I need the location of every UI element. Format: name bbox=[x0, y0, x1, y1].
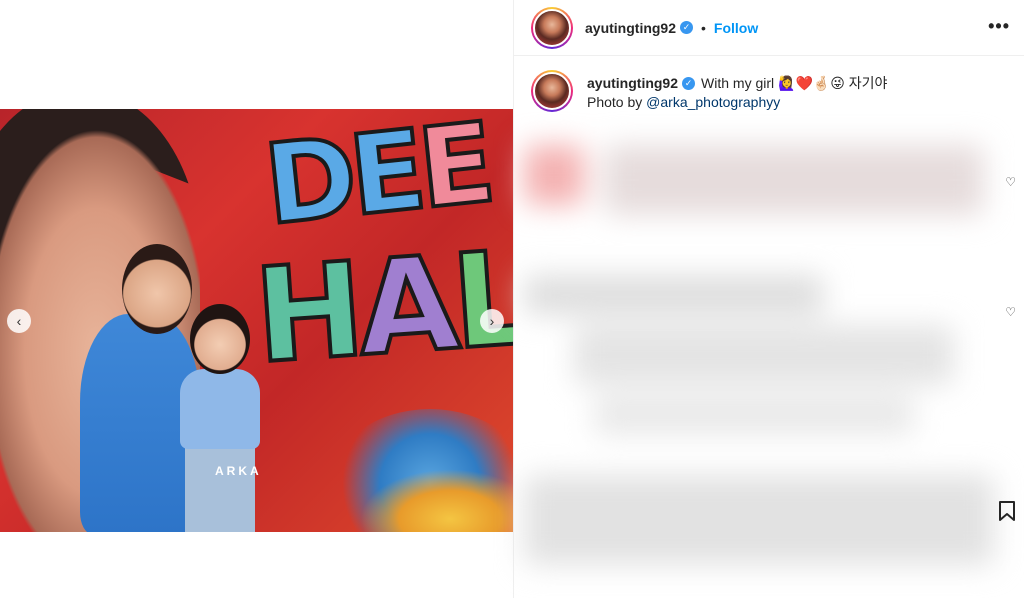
caption-username-link[interactable]: ayutingting92 bbox=[587, 74, 678, 93]
follow-button[interactable]: Follow bbox=[714, 20, 758, 36]
girl-jeans bbox=[185, 444, 255, 532]
post-caption: ayutingting92 ✓ With my girl 🙋‍♀️❤️🤞🏻😜 자… bbox=[531, 70, 887, 112]
blur-block bbox=[604, 145, 984, 215]
caption-credit: Photo by @arka_photographyy bbox=[587, 93, 887, 112]
comment-like-heart-icon[interactable]: ♡ bbox=[1005, 305, 1016, 319]
photographer-mention-link[interactable]: @arka_photographyy bbox=[646, 94, 780, 110]
carousel-next-button[interactable]: › bbox=[480, 309, 504, 333]
blur-block bbox=[574, 325, 954, 385]
username-link[interactable]: ayutingting92 bbox=[585, 20, 676, 36]
caption-text-block: ayutingting92 ✓ With my girl 🙋‍♀️❤️🤞🏻😜 자… bbox=[587, 74, 887, 112]
blurred-comments bbox=[514, 125, 1004, 585]
blur-block bbox=[524, 145, 584, 205]
verified-badge-icon: ✓ bbox=[680, 21, 694, 34]
graffiti-hals: HALS bbox=[248, 220, 513, 395]
avatar-image bbox=[533, 8, 571, 47]
comment-like-heart-icon[interactable]: ♡ bbox=[1005, 175, 1016, 189]
girl-figure bbox=[170, 304, 270, 532]
graffiti-de: DEE bbox=[257, 109, 497, 251]
post-header: ayutingting92 ✓ • Follow ••• bbox=[514, 0, 1024, 56]
media-pane: DEE HALS ARKA ‹ › bbox=[0, 0, 513, 598]
carousel-prev-button[interactable]: ‹ bbox=[7, 309, 31, 333]
separator-dot: • bbox=[701, 19, 706, 36]
caption-avatar[interactable] bbox=[531, 70, 573, 112]
avatar-image bbox=[533, 72, 571, 110]
verified-badge-icon: ✓ bbox=[682, 77, 696, 90]
chevron-right-icon: › bbox=[489, 313, 495, 329]
post-photo[interactable]: DEE HALS ARKA bbox=[0, 109, 513, 532]
girl-shirt bbox=[180, 369, 260, 449]
more-options-icon[interactable]: ••• bbox=[988, 16, 1010, 37]
paint-splash-yellow bbox=[360, 469, 513, 532]
caption-credit-prefix: Photo by bbox=[587, 94, 647, 110]
caption-body: With my girl 🙋‍♀️❤️🤞🏻😜 자기야 bbox=[701, 75, 888, 91]
blur-block bbox=[594, 395, 914, 435]
bookmark-icon[interactable] bbox=[998, 500, 1016, 522]
blur-block bbox=[524, 275, 824, 315]
post-sidebar: ayutingting92 ✓ • Follow ••• ayutingting… bbox=[513, 0, 1024, 598]
chevron-left-icon: ‹ bbox=[16, 313, 22, 329]
avatar[interactable] bbox=[531, 6, 573, 49]
blur-block bbox=[524, 475, 994, 565]
girl-head bbox=[190, 304, 250, 374]
photographer-watermark: ARKA bbox=[215, 464, 262, 478]
